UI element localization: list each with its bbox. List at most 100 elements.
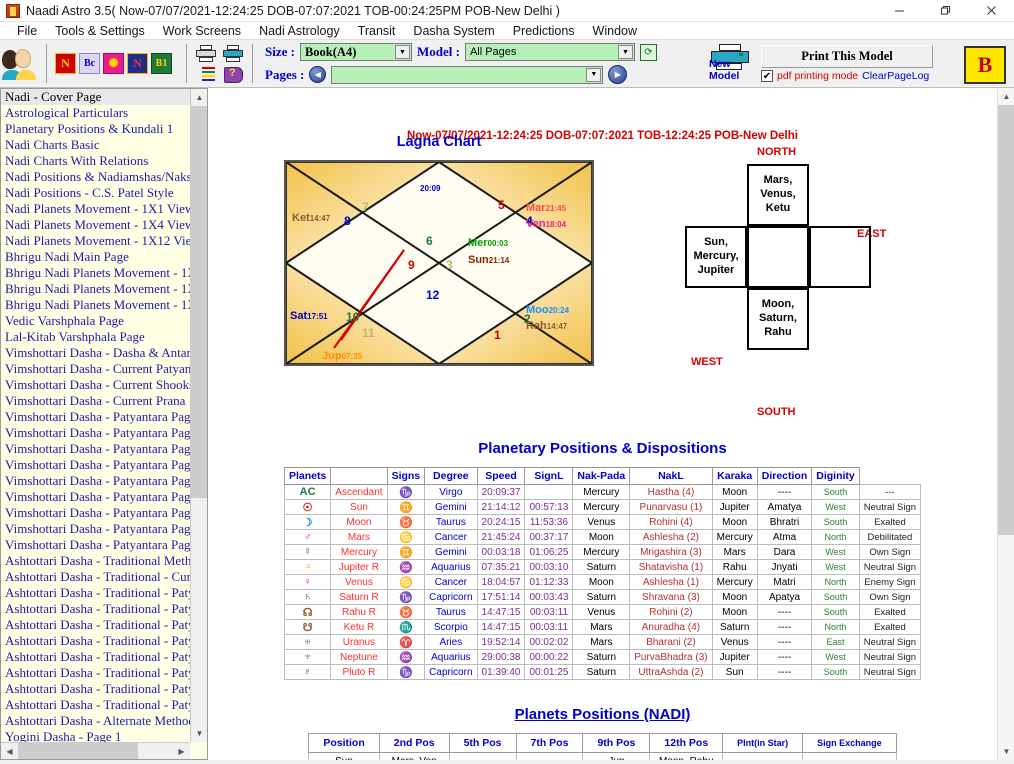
new-model-group[interactable]: New Model xyxy=(709,43,755,84)
app-button-nadi[interactable]: N xyxy=(55,53,76,74)
document-scroll-thumb[interactable] xyxy=(998,105,1014,535)
sidebar-item[interactable]: Nadi - Cover Page xyxy=(1,89,190,105)
direction-cell-center[interactable] xyxy=(747,226,809,288)
sidebar-item[interactable]: Vedic Varshphala Page xyxy=(1,313,190,329)
sidebar-horizontal-scrollbar[interactable]: ◀ ▶ xyxy=(1,742,190,759)
pdf-printing-mode-checkbox[interactable]: ✔ xyxy=(761,70,773,82)
sidebar-item[interactable]: Bhrigu Nadi Planets Movement - 1X1 xyxy=(1,265,190,281)
app-button-bc[interactable]: Bc xyxy=(79,53,100,74)
sidebar-item[interactable]: Nadi Planets Movement - 1X4 View xyxy=(1,217,190,233)
refresh-icon[interactable]: ⟳ xyxy=(639,43,657,61)
table-row[interactable]: ☋ Ketu R ♏ Scorpio 14:47:15 00:03:11 Mars Anura… xyxy=(283,619,922,635)
app-button-chakra[interactable]: ✺ xyxy=(103,53,124,74)
sidebar-scroll-down-icon[interactable]: ▼ xyxy=(191,725,207,742)
prev-page-icon[interactable]: ◀ xyxy=(309,66,327,83)
sidebar-item[interactable]: Vimshottari Dasha - Patyantara Page xyxy=(1,489,190,505)
app-button-b1[interactable]: B1 xyxy=(151,53,172,74)
table-row[interactable]: ♃ Jupiter R ♒ Aquarius 07:35:21 00:03:10 Satur… xyxy=(283,559,922,575)
brand-logo-button[interactable]: B xyxy=(964,46,1006,84)
sidebar-item[interactable]: Yogini Dasha - Page 1 xyxy=(1,729,190,742)
sidebar-item[interactable]: Lal-Kitab Varshphala Page xyxy=(1,329,190,345)
size-select[interactable]: Book(A4) ▼ xyxy=(299,43,412,61)
sidebar-item[interactable]: Ashtottari Dasha - Traditional - Current xyxy=(1,569,190,585)
sidebar-item[interactable]: Vimshottari Dasha - Dasha & Antara xyxy=(1,345,190,361)
sidebar-item[interactable]: Vimshottari Dasha - Patyantara Page xyxy=(1,521,190,537)
document-vertical-scrollbar[interactable]: ▲ ▼ xyxy=(997,88,1014,760)
table-row[interactable]: AC Ascendant ♑ Virgo 20:09:37 Mercury Hastha (… xyxy=(283,484,922,500)
sidebar-item[interactable]: Bhrigu Nadi Main Page xyxy=(1,249,190,265)
table-row[interactable]: ♂ Mars ♋ Cancer 21:45:24 00:37:17 Moon Ashlesha… xyxy=(283,529,922,545)
table-row[interactable]: ♄ Saturn R ♑ Capricorn 17:51:14 00:03:43 Satur… xyxy=(283,589,922,605)
table-row[interactable]: ☊ Rahu R ♉ Taurus 14:47:15 00:03:11 Venus Rohin… xyxy=(283,604,922,620)
menu-window[interactable]: Window xyxy=(584,24,646,38)
table-row[interactable]: ♇ Pluto R ♑ Capricorn 01:39:40 00:01:25 Saturn… xyxy=(283,664,922,680)
sidebar-item[interactable]: Nadi Positions & Nadiamshas/Nakshatras xyxy=(1,169,190,185)
sidebar-item[interactable]: Planetary Positions & Kundali 1 xyxy=(1,121,190,137)
print-preview-icon[interactable] xyxy=(223,44,243,63)
menu-predictions[interactable]: Predictions xyxy=(504,24,584,38)
sidebar-item[interactable]: Nadi Planets Movement - 1X1 View xyxy=(1,201,190,217)
document-scroll-down-icon[interactable]: ▼ xyxy=(998,743,1014,760)
sidebar-item[interactable]: Ashtottari Dasha - Traditional - Patyant… xyxy=(1,681,190,697)
table-row[interactable]: ♅ Uranus ♈ Aries 19:52:14 00:02:02 Mars Bharani… xyxy=(283,634,922,650)
direction-cell-south[interactable]: Moon, Saturn, Rahu xyxy=(747,288,809,350)
model-select-chevron-down-icon[interactable]: ▼ xyxy=(617,45,633,59)
sidebar-scroll-thumb[interactable] xyxy=(191,106,207,498)
sidebar-item[interactable]: Nadi Charts Basic xyxy=(1,137,190,153)
sidebar-item[interactable]: Bhrigu Nadi Planets Movement - 1X4 xyxy=(1,281,190,297)
sidebar-item[interactable]: Nadi Charts With Relations xyxy=(1,153,190,169)
model-select[interactable]: All Pages ▼ xyxy=(464,43,635,61)
sidebar-item[interactable]: Vimshottari Dasha - Patyantara Page xyxy=(1,425,190,441)
sidebar-item[interactable]: Ashtottari Dasha - Traditional - Patyant… xyxy=(1,665,190,681)
sidebar-vertical-scrollbar[interactable]: ▲ ▼ xyxy=(190,89,207,742)
sidebar-item[interactable]: Vimshottari Dasha - Patyantara Page 2 xyxy=(1,441,190,457)
sidebar-item[interactable]: Vimshottari Dasha - Patyantara Page xyxy=(1,505,190,521)
direction-cell-west[interactable]: Sun, Mercury, Jupiter xyxy=(685,226,747,288)
menu-work-screens[interactable]: Work Screens xyxy=(154,24,250,38)
minimize-button[interactable] xyxy=(876,0,922,22)
menu-dasha-system[interactable]: Dasha System xyxy=(404,24,503,38)
sidebar-scroll-right-icon[interactable]: ▶ xyxy=(173,743,190,759)
sidebar-item[interactable]: Vimshottari Dasha - Current Patyantara xyxy=(1,361,190,377)
sidebar-item[interactable]: Ashtottari Dasha - Traditional Method xyxy=(1,553,190,569)
direction-cell-east[interactable] xyxy=(809,226,871,288)
printer-icon[interactable] xyxy=(196,44,216,63)
lagna-chart[interactable]: 20:09 1 2 3 4 5 6 7 8 9 10 11 12 Ket14:47 Mar21:45 Ve… xyxy=(284,160,594,366)
table-row[interactable]: ♀ Venus ♋ Cancer 18:04:57 01:12:33 Moon Ashlesh… xyxy=(283,574,922,590)
sidebar-item[interactable]: Nadi Planets Movement - 1X12 View xyxy=(1,233,190,249)
sidebar-item[interactable]: Vimshottari Dasha - Patyantara Page xyxy=(1,473,190,489)
table-row[interactable]: ☉ Sun ♊ Gemini 21:14:12 00:57:13 Mercury Punarv… xyxy=(283,499,922,515)
sidebar-item[interactable]: Ashtottari Dasha - Traditional - Patyant… xyxy=(1,617,190,633)
sidebar-scroll-up-icon[interactable]: ▲ xyxy=(191,89,207,106)
sidebar-item[interactable]: Nadi Positions - C.S. Patel Style xyxy=(1,185,190,201)
sidebar-item[interactable]: Ashtottari Dasha - Alternate Method xyxy=(1,713,190,729)
close-button[interactable] xyxy=(968,0,1014,22)
sidebar-item[interactable]: Vimshottari Dasha - Patyantara Page xyxy=(1,537,190,553)
sidebar-item[interactable]: Vimshottari Dasha - Current Shookshma xyxy=(1,377,190,393)
size-select-chevron-down-icon[interactable]: ▼ xyxy=(394,45,410,59)
table-row[interactable]: ☿ Mercury ♊ Gemini 00:03:18 01:06:25 Mercury Mr… xyxy=(283,544,922,560)
menu-nadi-astrology[interactable]: Nadi Astrology xyxy=(250,24,349,38)
pages-select-chevron-down-icon[interactable]: ▼ xyxy=(586,67,602,82)
table-row[interactable]: SunMars, Ven--------JupMoon, Rahu-------… xyxy=(308,752,897,760)
sidebar-item[interactable]: Ashtottari Dasha - Traditional - Patyant… xyxy=(1,585,190,601)
table-row[interactable]: ♆ Neptune ♒ Aquarius 29:00:38 00:00:22 Saturn P… xyxy=(283,649,922,665)
sidebar-item[interactable]: Vimshottari Dasha - Patyantara Page 3 xyxy=(1,457,190,473)
sidebar-item[interactable]: Ashtottari Dasha - Traditional - Patyant… xyxy=(1,633,190,649)
sidebar-hscroll-thumb[interactable] xyxy=(18,743,138,759)
sidebar-item[interactable]: Ashtottari Dasha - Traditional - Patyant… xyxy=(1,601,190,617)
sidebar-item[interactable]: Ashtottari Dasha - Traditional - Patyant… xyxy=(1,649,190,665)
direction-chart[interactable]: NORTH EAST WEST SOUTH Mars, Venus, Ketu S… xyxy=(685,146,895,418)
pages-select[interactable]: ▼ xyxy=(331,65,604,84)
sidebar-item[interactable]: Vimshottari Dasha - Patyantara Page xyxy=(1,409,190,425)
maximize-button[interactable] xyxy=(922,0,968,22)
sidebar-item[interactable]: Astrological Particulars xyxy=(1,105,190,121)
sidebar-item[interactable]: Vimshottari Dasha - Current Prana xyxy=(1,393,190,409)
menu-file[interactable]: File xyxy=(8,24,46,38)
sidebar-item[interactable]: Bhrigu Nadi Planets Movement - 1X12 xyxy=(1,297,190,313)
help-book-icon[interactable] xyxy=(223,65,243,83)
sidebar-scroll-left-icon[interactable]: ◀ xyxy=(1,743,18,759)
sidebar-item[interactable]: Ashtottari Dasha - Traditional - Patyant… xyxy=(1,697,190,713)
print-this-model-button[interactable]: Print This Model xyxy=(761,45,933,68)
direction-cell-north[interactable]: Mars, Venus, Ketu xyxy=(747,164,809,226)
